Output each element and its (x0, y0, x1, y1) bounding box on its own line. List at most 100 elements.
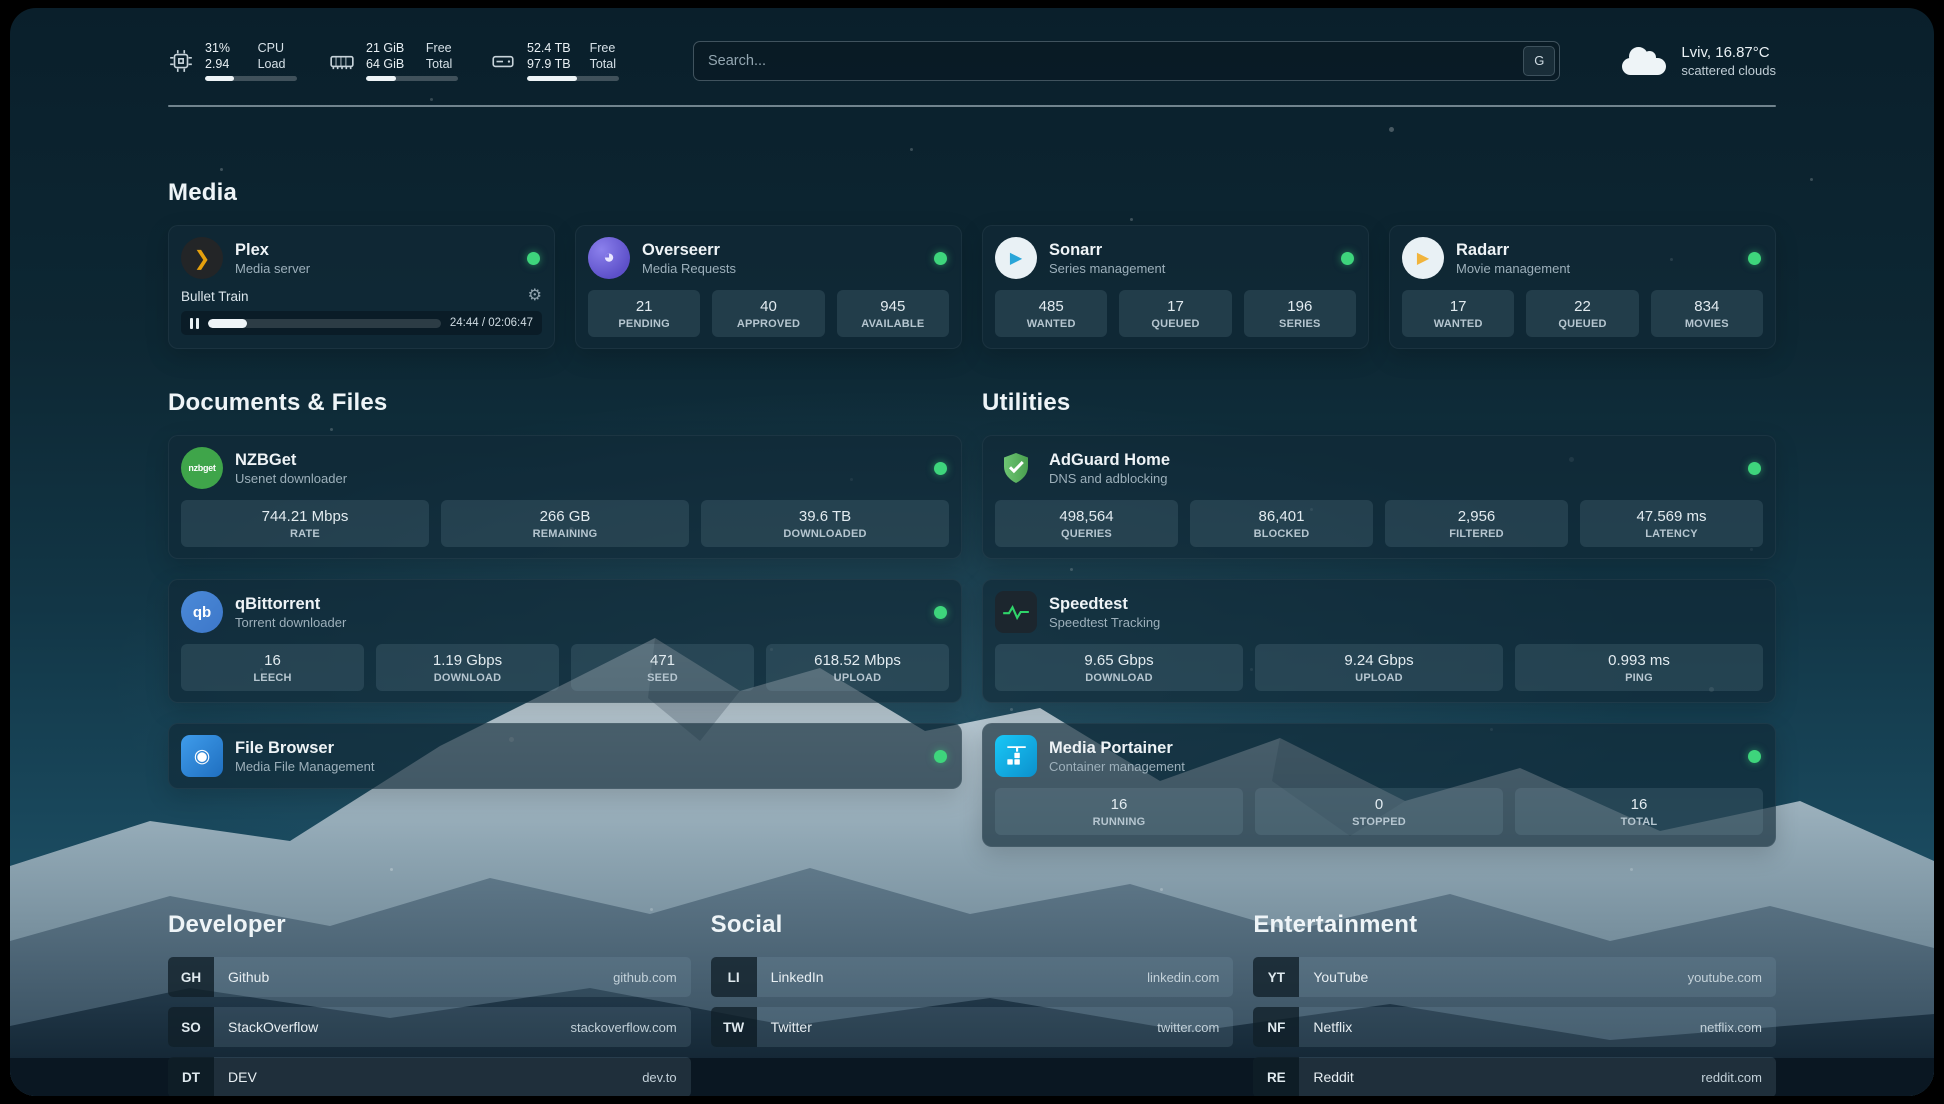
bookmark-github[interactable]: GH Github github.com (168, 957, 691, 997)
settings-gear-icon[interactable]: ⚙ (528, 288, 542, 304)
disk-label-2: Total (590, 56, 619, 72)
bookmark-url: netflix.com (1700, 1007, 1776, 1047)
stat-wanted: 485WANTED (995, 290, 1107, 337)
bookmark-url: stackoverflow.com (570, 1007, 690, 1047)
disk-metric: 52.4 TB Free 97.9 TB Total (490, 40, 619, 81)
app-link-portainer[interactable]: Media Portainer Container management (995, 735, 1763, 777)
stat-filtered: 2,956FILTERED (1385, 500, 1568, 547)
sonarr-icon: ▶ (995, 237, 1037, 279)
overseerr-icon: ◕ (588, 237, 630, 279)
stat-seed: 471SEED (571, 644, 754, 691)
app-card-portainer: Media Portainer Container management 16R… (982, 723, 1776, 847)
top-bar: 31% CPU 2.94 Load (168, 8, 1776, 81)
bookmark-name: Twitter (757, 1007, 1158, 1047)
section-title-entertainment: Entertainment (1253, 911, 1776, 939)
app-card-speedtest: Speedtest Speedtest Tracking 9.65 GbpsDO… (982, 579, 1776, 703)
weather-location: Lviv, 16.87°C (1681, 44, 1776, 61)
bookmark-abbr: GH (168, 957, 214, 997)
memory-total-value: 64 GiB (366, 56, 410, 72)
cpu-percent: 31% (205, 40, 242, 56)
app-link-radarr[interactable]: ▶ Radarr Movie management (1402, 237, 1763, 279)
disk-total-value: 97.9 TB (527, 56, 574, 72)
app-subtitle-nzbget: Usenet downloader (235, 471, 347, 486)
memory-progress-fill (366, 76, 396, 81)
search-input[interactable] (693, 41, 1560, 81)
bookmark-dev[interactable]: DT DEV dev.to (168, 1057, 691, 1096)
bookmark-reddit[interactable]: RE Reddit reddit.com (1253, 1057, 1776, 1096)
app-link-adguard[interactable]: AdGuard Home DNS and adblocking (995, 447, 1763, 489)
bookmark-url: twitter.com (1157, 1007, 1233, 1047)
now-playing-title: Bullet Train (181, 289, 249, 304)
cloud-icon (1622, 58, 1666, 75)
section-title-utilities: Utilities (982, 389, 1776, 417)
app-link-nzbget[interactable]: nzbget NZBGet Usenet downloader (181, 447, 949, 489)
disk-free-value: 52.4 TB (527, 40, 574, 56)
app-card-sonarr: ▶ Sonarr Series management 485WANTED 17Q… (982, 225, 1369, 349)
bookmark-url: reddit.com (1701, 1057, 1776, 1096)
bookmark-abbr: LI (711, 957, 757, 997)
section-documents: Documents & Files nzbget NZBGet Usenet d… (168, 389, 962, 809)
cpu-progress-track (205, 76, 297, 81)
bookmark-name: DEV (214, 1057, 642, 1096)
stat-download: 9.65 GbpsDOWNLOAD (995, 644, 1243, 691)
stat-available: 945AVAILABLE (837, 290, 949, 337)
bookmark-youtube[interactable]: YT YouTube youtube.com (1253, 957, 1776, 997)
app-card-adguard: AdGuard Home DNS and adblocking 498,564Q… (982, 435, 1776, 559)
bookmark-stackoverflow[interactable]: SO StackOverflow stackoverflow.com (168, 1007, 691, 1047)
playback-progress-track[interactable] (208, 319, 441, 328)
bookmark-abbr: DT (168, 1057, 214, 1096)
bookmark-linkedin[interactable]: LI LinkedIn linkedin.com (711, 957, 1234, 997)
wallpaper-snow-specks (10, 8, 13, 11)
search-provider-button[interactable]: G (1523, 46, 1555, 76)
app-link-qbittorrent[interactable]: qb qBittorrent Torrent downloader (181, 591, 949, 633)
pause-icon[interactable] (190, 318, 199, 329)
stat-series: 196SERIES (1244, 290, 1356, 337)
stat-stopped: 0STOPPED (1255, 788, 1503, 835)
qbittorrent-status-indicator (934, 606, 947, 619)
plex-icon: ❯ (181, 237, 223, 279)
app-link-filebrowser[interactable]: ◉ File Browser Media File Management (181, 735, 949, 777)
app-name-nzbget: NZBGet (235, 450, 347, 470)
app-subtitle-overseerr: Media Requests (642, 261, 736, 276)
app-name-portainer: Media Portainer (1049, 738, 1185, 758)
bookmark-twitter[interactable]: TW Twitter twitter.com (711, 1007, 1234, 1047)
bookmark-name: LinkedIn (757, 957, 1147, 997)
cpu-icon (168, 48, 194, 74)
bookmark-abbr: NF (1253, 1007, 1299, 1047)
bookmark-netflix[interactable]: NF Netflix netflix.com (1253, 1007, 1776, 1047)
bookmark-name: Reddit (1299, 1057, 1701, 1096)
app-link-plex[interactable]: ❯ Plex Media server (181, 237, 542, 279)
stat-queries: 498,564QUERIES (995, 500, 1178, 547)
cpu-load-value: 2.94 (205, 56, 242, 72)
cpu-metric: 31% CPU 2.94 Load (168, 40, 297, 81)
app-name-plex: Plex (235, 240, 310, 260)
stat-approved: 40APPROVED (712, 290, 824, 337)
section-title-social: Social (711, 911, 1234, 939)
app-name-radarr: Radarr (1456, 240, 1570, 260)
stat-queued: 22QUEUED (1526, 290, 1638, 337)
app-subtitle-adguard: DNS and adblocking (1049, 471, 1170, 486)
search: G (693, 41, 1560, 81)
app-link-speedtest[interactable]: Speedtest Speedtest Tracking (995, 591, 1763, 633)
app-link-sonarr[interactable]: ▶ Sonarr Series management (995, 237, 1356, 279)
memory-label-1: Free (426, 40, 458, 56)
bookmark-name: Github (214, 957, 613, 997)
memory-label-2: Total (426, 56, 458, 72)
app-name-filebrowser: File Browser (235, 738, 374, 758)
section-title-documents: Documents & Files (168, 389, 962, 417)
app-link-overseerr[interactable]: ◕ Overseerr Media Requests (588, 237, 949, 279)
adguard-status-indicator (1748, 462, 1761, 475)
stat-remaining: 266 GBREMAINING (441, 500, 689, 547)
stat-ping: 0.993 msPING (1515, 644, 1763, 691)
dashboard-window: 31% CPU 2.94 Load (10, 8, 1934, 1096)
bookmark-url: linkedin.com (1147, 957, 1233, 997)
memory-free-value: 21 GiB (366, 40, 410, 56)
qbittorrent-icon: qb (181, 591, 223, 633)
disk-progress-track (527, 76, 619, 81)
section-utilities: Utilities (982, 389, 1776, 867)
app-subtitle-sonarr: Series management (1049, 261, 1165, 276)
sonarr-status-indicator (1341, 252, 1354, 265)
playback-time: 24:44 / 02:06:47 (450, 317, 533, 329)
bookmark-url: youtube.com (1688, 957, 1776, 997)
stat-total: 16TOTAL (1515, 788, 1763, 835)
